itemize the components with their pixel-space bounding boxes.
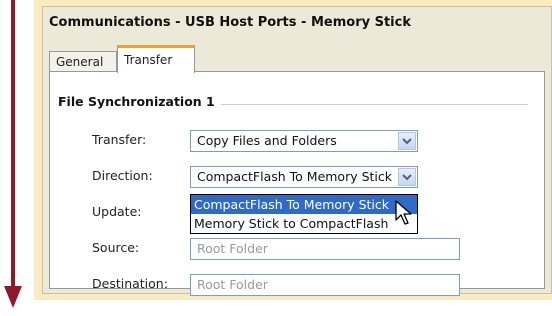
destination-label: Destination: [92, 276, 168, 291]
transfer-select-value: Copy Files and Folders [197, 133, 337, 148]
transfer-select[interactable]: Copy Files and Folders [190, 130, 418, 152]
source-label: Source: [92, 240, 140, 255]
destination-field[interactable]: Root Folder [190, 274, 460, 296]
group-title: File Synchronization 1 [58, 94, 221, 109]
tab-transfer[interactable]: Transfer [117, 45, 195, 73]
update-label: Update: [92, 204, 142, 219]
chevron-down-icon[interactable] [398, 132, 416, 150]
dropdown-option[interactable]: CompactFlash To Memory Stick [191, 195, 417, 214]
transfer-label: Transfer: [92, 132, 147, 147]
direction-label: Direction: [92, 168, 153, 183]
panel-title: Communications - USB Host Ports - Memory… [49, 15, 411, 30]
down-arrow-icon [4, 0, 22, 308]
mouse-pointer-icon [395, 200, 412, 225]
tab-general[interactable]: General [49, 51, 117, 71]
direction-select[interactable]: CompactFlash To Memory Stick [190, 166, 418, 188]
source-field[interactable]: Root Folder [190, 238, 460, 260]
direction-dropdown-list: CompactFlash To Memory Stick Memory Stic… [190, 194, 418, 234]
dropdown-option[interactable]: Memory Stick to CompactFlash [191, 214, 417, 233]
properties-panel: Communications - USB Host Ports - Memory… [42, 6, 552, 296]
chevron-down-icon[interactable] [398, 168, 416, 186]
direction-select-value: CompactFlash To Memory Stick [197, 169, 393, 184]
tab-content: File Synchronization 1 Transfer: Copy Fi… [49, 71, 545, 296]
